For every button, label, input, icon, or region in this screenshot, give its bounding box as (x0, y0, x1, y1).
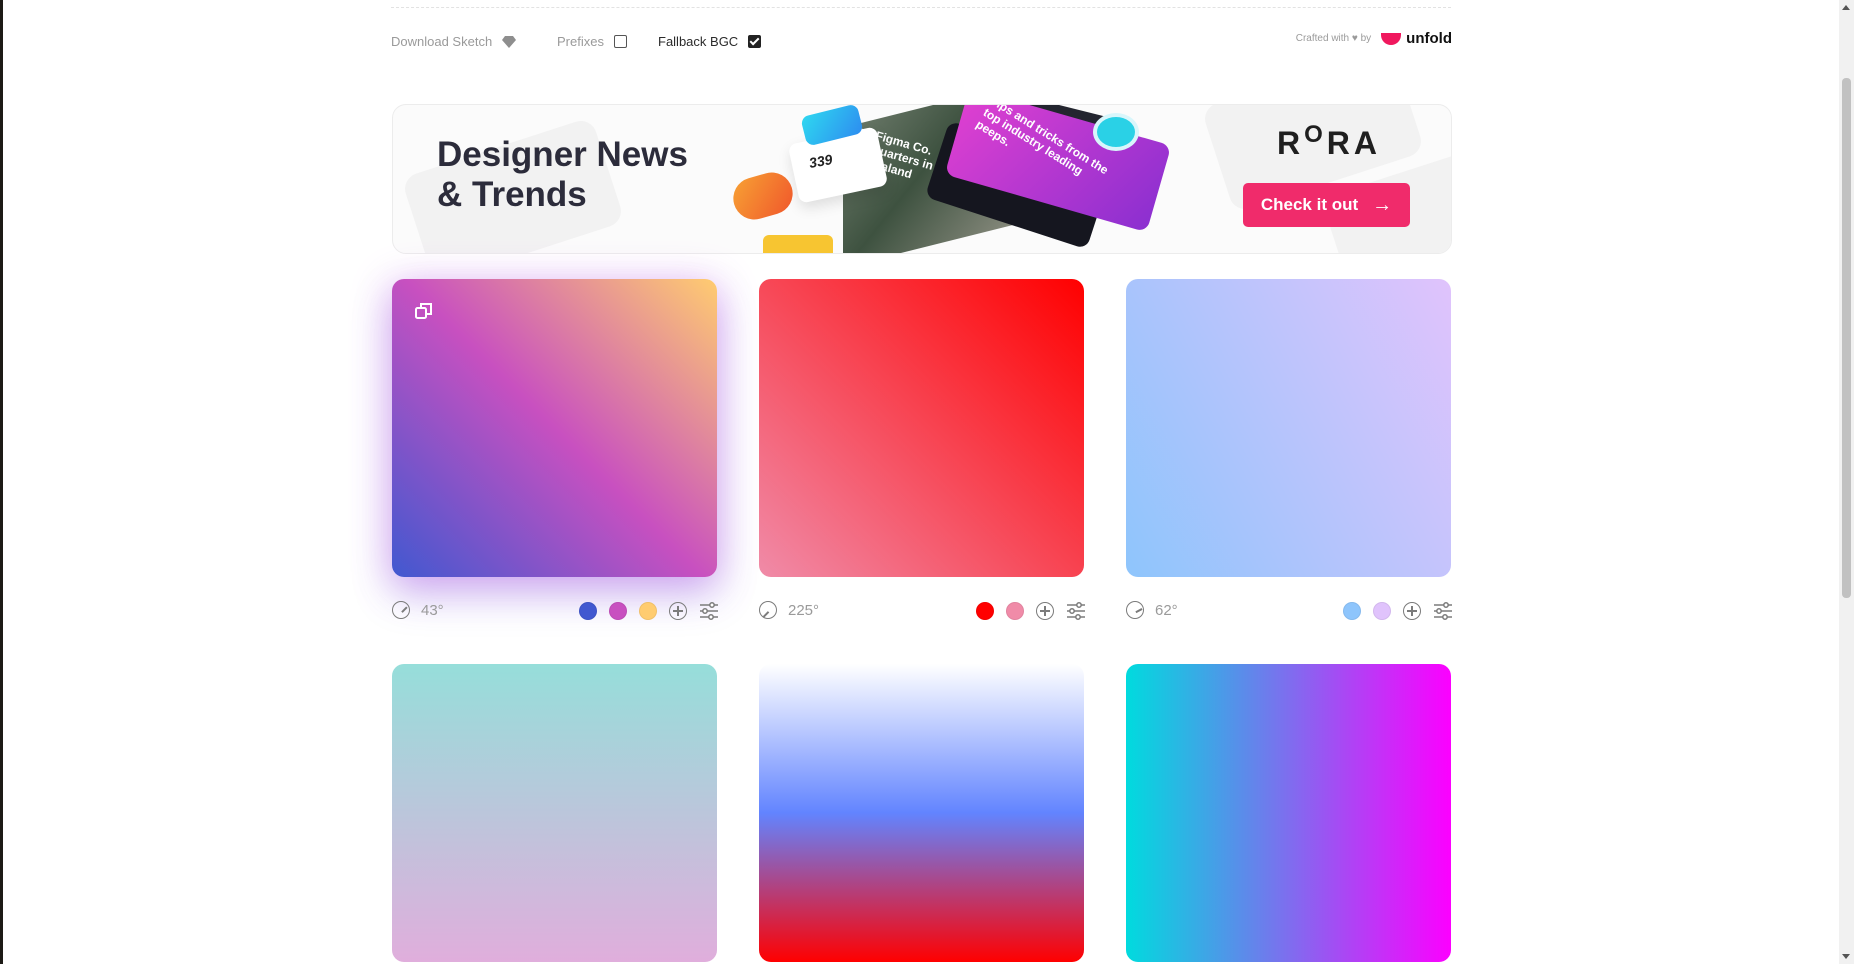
add-color-icon[interactable] (1403, 602, 1421, 620)
add-color-icon[interactable] (669, 602, 687, 620)
color-swatch[interactable] (976, 602, 994, 620)
angle-icon[interactable] (1126, 601, 1144, 619)
gradient-meta: 225° (759, 599, 1086, 623)
angle-needle (763, 611, 770, 618)
color-swatch[interactable] (1343, 602, 1361, 620)
download-sketch-link[interactable]: Download Sketch (391, 34, 517, 49)
gradient-card[interactable] (392, 664, 717, 962)
brand-letter: R (1326, 125, 1354, 161)
chat-bubble-icon (1093, 113, 1139, 151)
scroll-thumb[interactable] (1842, 78, 1851, 598)
color-swatch[interactable] (609, 602, 627, 620)
brand-letter: A (1353, 125, 1381, 161)
fallback-bgc-label: Fallback BGC (658, 34, 739, 49)
scroll-down-icon[interactable] (1842, 954, 1850, 959)
color-swatch[interactable] (579, 602, 597, 620)
collage-yellow-card (763, 235, 833, 253)
bell-icon (728, 167, 798, 225)
fallback-bgc-checkbox[interactable] (748, 35, 762, 48)
toolbar: Download Sketch Prefixes Fallback BGC Cr… (391, 30, 1452, 56)
ad-banner[interactable]: Designer News & Trends Tips and tricks f… (392, 104, 1452, 254)
top-divider (391, 7, 1451, 8)
adjust-sliders-icon[interactable] (1433, 602, 1453, 620)
credit-text: Crafted with ♥ by (1295, 33, 1372, 44)
scrollbar[interactable] (1839, 0, 1854, 964)
angle-value[interactable]: 225° (788, 602, 819, 619)
window-edge (0, 0, 3, 964)
gradient-card[interactable] (392, 279, 717, 577)
angle-icon[interactable] (392, 601, 410, 619)
angle-value[interactable]: 62° (1155, 602, 1178, 619)
arrow-right-icon: → (1372, 193, 1393, 216)
banner-collage: Tips and tricks from the top industry le… (728, 105, 1173, 253)
prefixes-toggle[interactable]: Prefixes (557, 34, 627, 49)
adjust-sliders-icon[interactable] (699, 602, 719, 620)
brand-letter: O (1304, 121, 1327, 148)
color-swatches (964, 599, 1086, 623)
color-swatches (1331, 599, 1453, 623)
color-swatch[interactable] (1006, 602, 1024, 620)
check-it-out-button[interactable]: Check it out → (1243, 183, 1410, 227)
banner-title-line2: & Trends (437, 175, 587, 214)
sketch-gem-icon (502, 35, 517, 48)
cta-label: Check it out (1260, 195, 1359, 214)
gradient-card[interactable] (759, 279, 1084, 577)
banner-title-line1: Designer News (437, 135, 688, 174)
gradient-card[interactable] (759, 664, 1084, 962)
copy-icon[interactable] (414, 301, 434, 321)
download-sketch-label: Download Sketch (391, 34, 493, 49)
prefixes-checkbox[interactable] (613, 35, 627, 48)
gradient-meta: 62° (1126, 599, 1453, 623)
angle-value[interactable]: 43° (421, 602, 444, 619)
banner-title: Designer News & Trends (437, 135, 688, 215)
angle-needle (1135, 608, 1143, 613)
color-swatch[interactable] (639, 602, 657, 620)
color-swatches (567, 599, 719, 623)
brand-letter: R (1277, 125, 1305, 161)
credit[interactable]: Crafted with ♥ by unfold (1296, 30, 1452, 47)
adjust-sliders-icon[interactable] (1066, 602, 1086, 620)
color-swatch[interactable] (1373, 602, 1391, 620)
gradient-card[interactable] (1126, 664, 1451, 962)
rora-logo: RORA (1277, 121, 1397, 162)
unfold-logo-icon (1381, 32, 1402, 45)
add-color-icon[interactable] (1036, 602, 1054, 620)
unfold-brand-name: unfold (1406, 30, 1452, 47)
scroll-up-icon[interactable] (1842, 5, 1850, 10)
gradient-card[interactable] (1126, 279, 1451, 577)
fallback-bgc-toggle[interactable]: Fallback BGC (658, 34, 762, 49)
angle-icon[interactable] (759, 601, 777, 619)
gradient-meta: 43° (392, 599, 719, 623)
angle-needle (401, 606, 408, 613)
prefixes-label: Prefixes (557, 34, 604, 49)
